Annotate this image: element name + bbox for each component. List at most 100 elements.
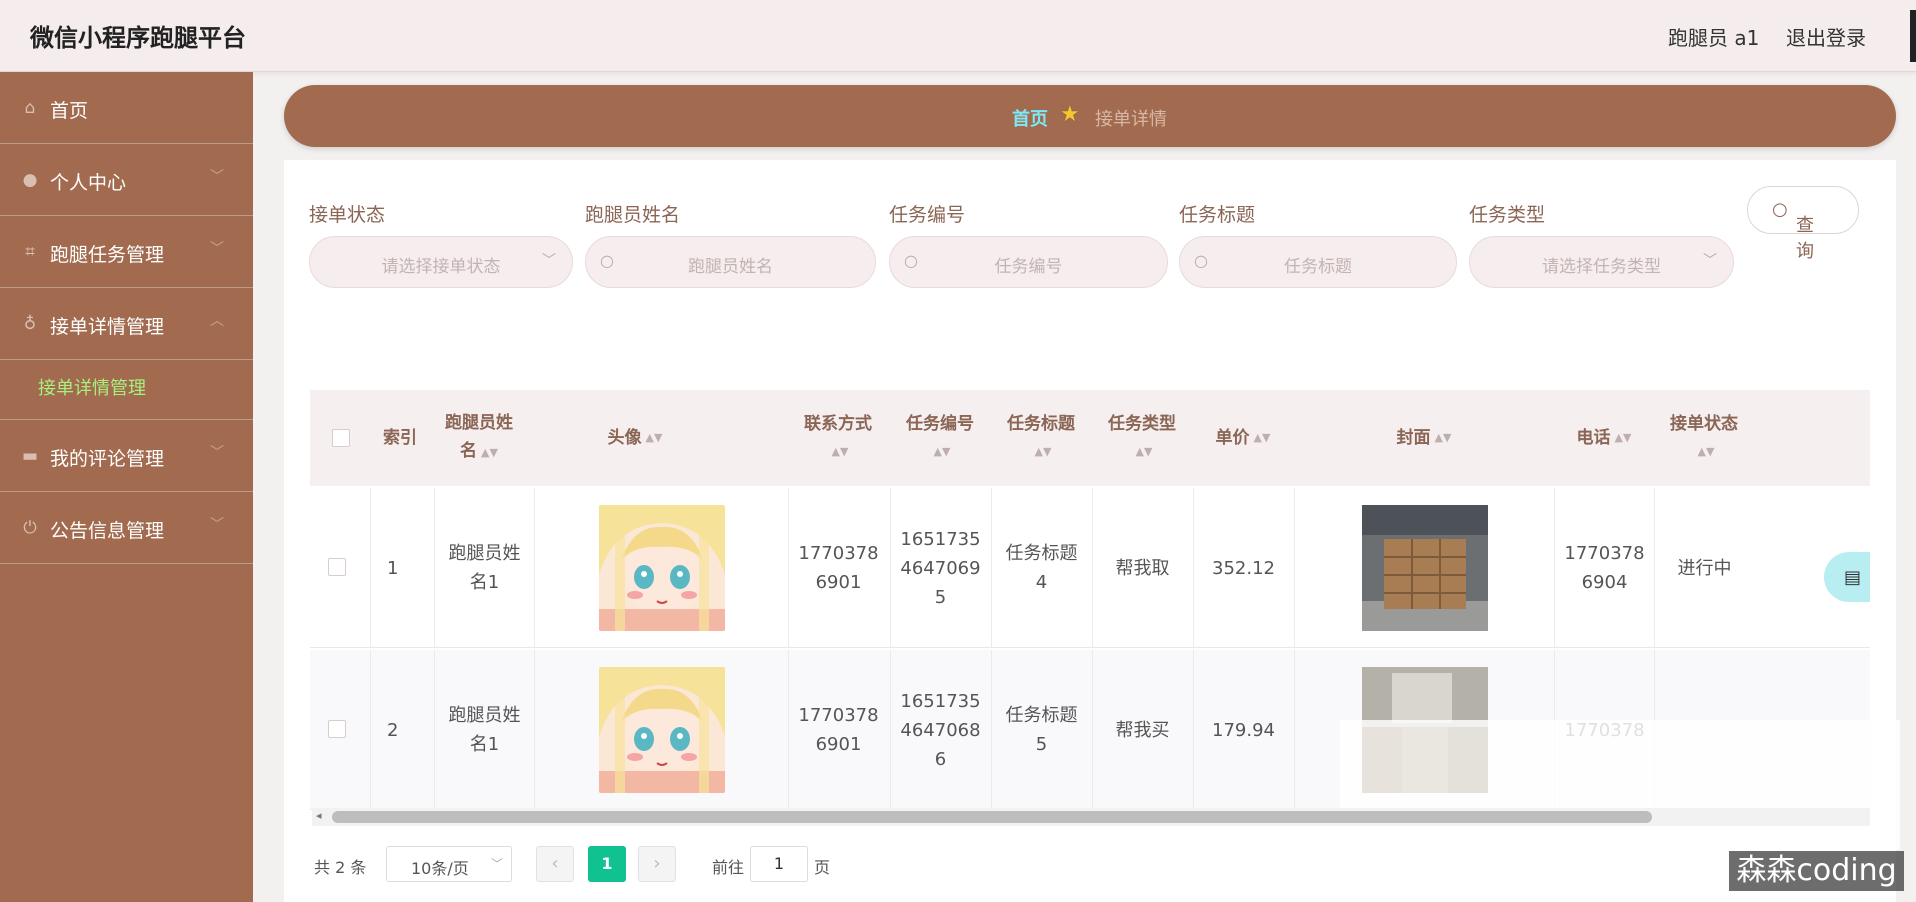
sidebar-subitem-label: 接单详情管理 xyxy=(38,378,146,399)
row-checkbox[interactable] xyxy=(328,720,346,738)
cell-contact: 1770378 6901 xyxy=(788,650,888,810)
cell-status: 进行中 xyxy=(1654,488,1754,648)
power-icon: ⏻ xyxy=(23,518,37,538)
task-no-placeholder: 任务编号 xyxy=(994,257,1063,277)
col-task-no[interactable]: 任务编号 ▲▼ xyxy=(890,390,990,486)
breadcrumb: 首页 ★ 接单详情 xyxy=(284,85,1896,147)
sidebar-item-comments[interactable]: ▬ 我的评论管理 ﹀ xyxy=(0,420,253,492)
blurred-region xyxy=(1340,720,1900,850)
user-icon: ● xyxy=(22,170,38,190)
sidebar-item-label: 个人中心 xyxy=(50,172,127,194)
col-index: 索引 xyxy=(383,428,417,448)
mic-icon: ♁ xyxy=(23,314,37,334)
table-header: 索引 跑腿员姓 名 ▲▼ 头像 ▲▼ 联系方式 ▲▼ 任务编号 ▲▼ 任务标题 ▲▼ 任务… xyxy=(310,390,1870,486)
crop-icon: ⌗ xyxy=(25,242,35,262)
page-size-value: 10条/页 xyxy=(411,859,469,878)
breadcrumb-current: 接单详情 xyxy=(1095,109,1167,130)
breadcrumb-home[interactable]: 首页 xyxy=(1012,105,1048,131)
query-button[interactable]: 查询 ○ xyxy=(1747,186,1859,262)
task-type-filter-label: 任务类型 xyxy=(1469,204,1546,226)
select-all-checkbox[interactable] xyxy=(332,429,350,447)
chevron-down-icon: ﹀ xyxy=(210,517,224,533)
col-price[interactable]: 单价 ▲▼ xyxy=(1193,390,1293,486)
task-title-placeholder: 任务标题 xyxy=(1284,257,1352,277)
cell-index: 2 xyxy=(370,650,434,810)
cover-image xyxy=(1361,505,1488,631)
task-no-filter-label: 任务编号 xyxy=(889,204,966,226)
avatar xyxy=(598,505,725,631)
watermark: 森森coding xyxy=(1729,851,1904,891)
chevron-down-icon: ﹀ xyxy=(210,445,224,461)
cell-index: 1 xyxy=(370,488,434,648)
goto-prefix: 前往 xyxy=(712,858,745,877)
star-icon: ★ xyxy=(1060,102,1080,127)
window-edge xyxy=(1910,10,1916,62)
cell-price: 179.94 xyxy=(1193,650,1293,810)
page-size-select[interactable]: 10条/页 ﹀ xyxy=(386,846,512,882)
sidebar-subitem-order-details[interactable]: 接单详情管理 xyxy=(0,348,253,420)
logout-button[interactable]: 退出登录 xyxy=(1786,22,1866,51)
scroll-left-icon[interactable]: ◂ xyxy=(316,809,322,822)
task-type-select[interactable]: 请选择任务类型 ﹀ xyxy=(1469,236,1734,288)
cell-contact: 1770378 6901 xyxy=(788,488,888,648)
chevron-up-icon: ︿ xyxy=(210,313,224,329)
cell-price: 352.12 xyxy=(1193,488,1293,648)
detail-button[interactable]: ▤ xyxy=(1824,552,1870,602)
chevron-down-icon: ﹀ xyxy=(210,241,224,257)
chevron-down-icon: ﹀ xyxy=(1703,253,1717,269)
document-icon: ▤ xyxy=(1844,566,1862,588)
chevron-down-icon: ﹀ xyxy=(210,169,224,185)
col-task-title[interactable]: 任务标题 ▲▼ xyxy=(991,390,1091,486)
col-contact[interactable]: 联系方式 ▲▼ xyxy=(788,390,888,486)
col-cover[interactable]: 封面 ▲▼ xyxy=(1294,390,1554,486)
goto-suffix: 页 xyxy=(814,858,831,877)
cell-task-no: 1651735 4647068 6 xyxy=(890,650,990,810)
cell-avatar xyxy=(534,488,788,648)
cell-runner-name: 跑腿员姓 名1 xyxy=(434,650,534,810)
sidebar-item-label: 接单详情管理 xyxy=(50,316,165,338)
sidebar: ⌂ 首页 ● 个人中心 ﹀ ⌗ 跑腿任务管理 ﹀ ♁ 接单详情管理 ︿ 接单详情… xyxy=(0,72,253,902)
horizontal-scrollbar[interactable]: ◂ xyxy=(312,808,1870,826)
col-avatar[interactable]: 头像 ▲▼ xyxy=(535,390,735,486)
prev-page-button[interactable]: ‹ xyxy=(536,846,574,882)
sidebar-item-label: 我的评论管理 xyxy=(50,448,165,470)
cell-task-no: 1651735 4647069 5 xyxy=(890,488,990,648)
task-type-placeholder: 请选择任务类型 xyxy=(1542,257,1661,277)
sidebar-item-tasks[interactable]: ⌗ 跑腿任务管理 ﹀ xyxy=(0,216,253,288)
row-checkbox[interactable] xyxy=(328,558,346,576)
runner-name-placeholder: 跑腿员姓名 xyxy=(688,257,773,277)
scrollbar-thumb[interactable] xyxy=(332,811,1652,823)
cell-task-type: 帮我买 xyxy=(1092,650,1192,810)
cell-task-type: 帮我取 xyxy=(1092,488,1192,648)
status-select[interactable]: 请选择接单状态 ﹀ xyxy=(309,236,573,288)
app-title: 微信小程序跑腿平台 xyxy=(30,24,246,52)
sidebar-item-profile[interactable]: ● 个人中心 ﹀ xyxy=(0,144,253,216)
sidebar-item-label: 公告信息管理 xyxy=(50,520,165,542)
current-user: 跑腿员 a1 xyxy=(1668,26,1760,50)
cell-avatar xyxy=(534,650,788,810)
chevron-down-icon: ﹀ xyxy=(542,253,556,269)
sidebar-item-notices[interactable]: ⏻ 公告信息管理 ﹀ xyxy=(0,492,253,564)
col-task-type[interactable]: 任务类型 ▲▼ xyxy=(1092,390,1192,486)
cell-cover xyxy=(1294,488,1554,648)
goto-page-input[interactable]: 1 xyxy=(750,846,808,882)
col-phone[interactable]: 电话 ▲▼ xyxy=(1554,390,1654,486)
cell-task-title: 任务标题 5 xyxy=(991,650,1091,810)
card-icon: ▬ xyxy=(21,446,39,466)
sidebar-item-label: 首页 xyxy=(50,100,89,122)
task-no-input[interactable]: ○ 任务编号 xyxy=(889,236,1168,288)
col-runner-name[interactable]: 跑腿员姓 名 ▲▼ xyxy=(434,390,524,486)
runner-name-input[interactable]: ○ 跑腿员姓名 xyxy=(585,236,876,288)
page-1-button[interactable]: 1 xyxy=(588,846,626,882)
task-title-filter-label: 任务标题 xyxy=(1179,204,1256,226)
task-title-input[interactable]: ○ 任务标题 xyxy=(1179,236,1457,288)
cell-runner-name: 跑腿员姓 名1 xyxy=(434,488,534,648)
status-filter-label: 接单状态 xyxy=(309,204,386,226)
col-status[interactable]: 接单状态 ▲▼ xyxy=(1654,390,1754,486)
status-select-placeholder: 请选择接单状态 xyxy=(381,257,501,277)
runner-filter-label: 跑腿员姓名 xyxy=(585,204,681,226)
next-page-button[interactable]: › xyxy=(638,846,676,882)
top-header: 微信小程序跑腿平台 跑腿员 a1 退出登录 xyxy=(0,0,1916,72)
cell-phone: 1770378 6904 xyxy=(1554,488,1654,648)
sidebar-item-home[interactable]: ⌂ 首页 xyxy=(0,72,253,144)
